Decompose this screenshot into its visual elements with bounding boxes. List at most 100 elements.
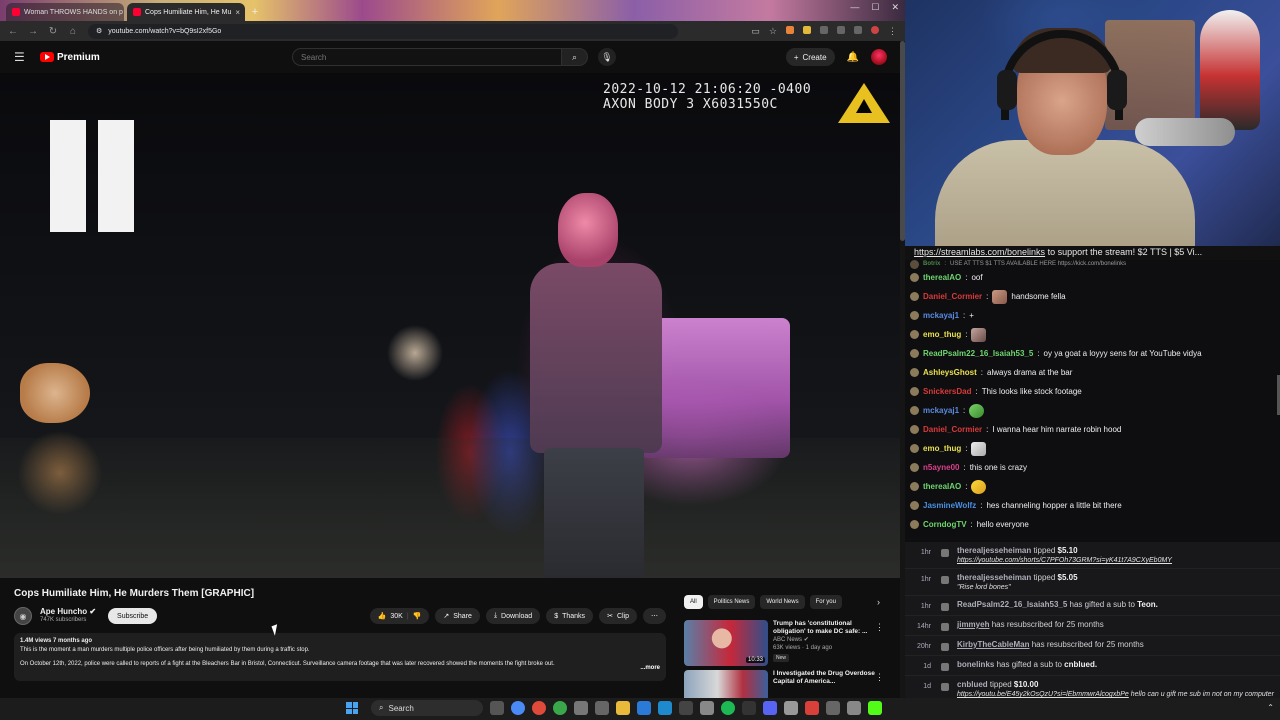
app-icon[interactable] <box>847 701 861 715</box>
app-icon[interactable] <box>784 701 798 715</box>
more-vert-icon[interactable]: ⋮ <box>875 672 884 683</box>
download-button[interactable]: ⤓ Download <box>485 608 541 624</box>
system-tray-icon[interactable]: ⌃ <box>1267 703 1274 712</box>
notifications-bell-icon[interactable]: 🔔 <box>847 52 859 63</box>
event-user[interactable]: ReadPsalm22_16_Isaiah53_5 <box>957 600 1067 609</box>
subscribe-button[interactable]: Subscribe <box>108 608 158 624</box>
hamburger-menu-icon[interactable]: ☰ <box>14 50 28 64</box>
create-button[interactable]: + Create <box>785 48 835 66</box>
chip-for-you[interactable]: For you <box>809 595 842 609</box>
steam-icon[interactable] <box>658 701 672 715</box>
event-user[interactable]: cnblued <box>957 680 988 689</box>
file-explorer-icon[interactable] <box>616 701 630 715</box>
streamlabs-link[interactable]: https://streamlabs.com/bonelinks <box>914 247 1045 257</box>
app-icon[interactable] <box>679 701 693 715</box>
profile-icon[interactable] <box>871 25 879 34</box>
install-icon[interactable]: ▭ <box>751 26 760 37</box>
chip-all[interactable]: All <box>684 595 703 609</box>
chat-username[interactable]: mckayaj1 <box>923 306 959 325</box>
chat-username[interactable]: JasmineWolfz <box>923 496 976 515</box>
tab-woman-throws-hands[interactable]: Woman THROWS HANDS on p × <box>6 3 124 21</box>
event-user[interactable]: bonelinks <box>957 660 994 669</box>
chat-username[interactable]: Botrix <box>923 260 940 268</box>
app-icon[interactable] <box>574 701 588 715</box>
recommended-video[interactable]: I Investigated the Drug Overdose Capital… <box>684 670 900 698</box>
event-message-link[interactable]: https://youtube.com/shorts/C7PFOh73GRM?s… <box>957 557 1172 564</box>
microphone-icon[interactable]: 🎙 <box>598 48 616 66</box>
app-icon[interactable] <box>595 701 609 715</box>
chat-username[interactable]: therealAO <box>923 268 961 287</box>
chat-username[interactable]: CorndogTV <box>923 515 967 534</box>
bookmark-star-icon[interactable]: ☆ <box>769 26 777 37</box>
event-message-link[interactable]: https://youtu.be/E45y2kOsQzU?si=lEbmmwrA… <box>957 691 1129 698</box>
video-thumbnail[interactable] <box>684 670 768 698</box>
close-window-icon[interactable]: ✕ <box>891 2 899 13</box>
chat-username[interactable]: mckayaj1 <box>923 401 959 420</box>
recommended-video[interactable]: 10:33 Trump has 'constitutional obligati… <box>684 620 900 666</box>
search-icon[interactable]: ⌕ <box>562 48 588 66</box>
task-view-icon[interactable] <box>490 701 504 715</box>
kick-icon[interactable] <box>868 701 882 715</box>
youtube-premium-logo[interactable]: Premium <box>40 52 100 63</box>
video-thumbnail[interactable]: 10:33 <box>684 620 768 666</box>
event-user[interactable]: KirbyTheCableMan <box>957 640 1029 649</box>
app-icon[interactable] <box>742 701 756 715</box>
reload-icon[interactable]: ↻ <box>48 26 58 37</box>
browser-menu-icon[interactable]: ⋮ <box>888 26 897 37</box>
video-player[interactable]: 2022-10-12 21:06:20 -0400 AXON BODY 3 X6… <box>0 73 900 578</box>
chat-username[interactable]: therealAO <box>923 477 961 496</box>
url-field[interactable]: ⚙ youtube.com/watch?v=bQ9sI2xf5Go <box>88 23 678 39</box>
extension-icon[interactable] <box>820 25 828 34</box>
app-icon[interactable] <box>826 701 840 715</box>
chat-username[interactable]: emo_thug <box>923 439 961 458</box>
clip-button[interactable]: ✂ Clip <box>599 608 637 624</box>
thumbs-down-icon[interactable]: 👎 <box>413 612 422 620</box>
rec-title[interactable]: I Investigated the Drug Overdose Capital… <box>773 670 877 686</box>
home-icon[interactable]: ⌂ <box>68 26 78 37</box>
back-icon[interactable]: ← <box>8 26 18 37</box>
thanks-button[interactable]: $ Thanks <box>546 608 594 624</box>
taskbar-search[interactable]: ⌕ Search <box>371 700 483 716</box>
maximize-icon[interactable]: ☐ <box>871 2 879 13</box>
chat-username[interactable]: ReadPsalm22_16_Isaiah53_5 <box>923 344 1033 363</box>
like-button[interactable]: 👍 30K | 👎 <box>369 608 430 624</box>
extension-icon[interactable] <box>786 25 794 34</box>
account-avatar[interactable] <box>871 49 887 65</box>
app-icon[interactable] <box>805 701 819 715</box>
search-input[interactable] <box>292 48 562 66</box>
channel-avatar[interactable]: ◉ <box>14 607 32 625</box>
chrome-icon[interactable] <box>511 701 525 715</box>
new-tab-button[interactable]: + <box>247 3 263 21</box>
extensions-puzzle-icon[interactable] <box>854 25 862 34</box>
windows-start-icon[interactable] <box>346 702 358 714</box>
close-tab-icon[interactable]: × <box>235 8 240 17</box>
more-actions-button[interactable]: ⋯ <box>643 608 666 624</box>
event-user[interactable]: therealjesseheiman <box>957 546 1031 555</box>
chat-username[interactable]: SnickersDad <box>923 382 971 401</box>
rec-title[interactable]: Trump has 'constitutional obligation' to… <box>773 620 877 636</box>
tab-cops-humiliate[interactable]: Cops Humiliate Him, He Mu × <box>127 3 245 21</box>
description-box[interactable]: 1.4M views 7 months ago This is the mome… <box>14 633 666 681</box>
minimize-icon[interactable]: — <box>850 2 859 13</box>
event-user[interactable]: jimmyeh <box>957 620 989 629</box>
site-info-icon[interactable]: ⚙ <box>96 27 102 35</box>
extension-icon[interactable] <box>803 25 811 34</box>
chat-username[interactable]: n5ayne00 <box>923 458 959 477</box>
app-icon[interactable] <box>700 701 714 715</box>
chip-politics-news[interactable]: Politics News <box>707 595 756 609</box>
event-user[interactable]: therealjesseheiman <box>957 573 1031 582</box>
share-button[interactable]: ↗ Share <box>435 608 480 624</box>
app-icon[interactable] <box>532 701 546 715</box>
forward-icon[interactable]: → <box>28 26 38 37</box>
chat-username[interactable]: Daniel_Cormier <box>923 420 982 439</box>
extension-icon[interactable] <box>837 25 845 34</box>
app-icon[interactable] <box>763 701 777 715</box>
app-icon[interactable] <box>553 701 567 715</box>
chat-username[interactable]: Daniel_Cormier <box>923 287 982 306</box>
more-vert-icon[interactable]: ⋮ <box>875 622 884 633</box>
show-more-link[interactable]: ...more <box>636 664 660 673</box>
app-icon[interactable] <box>637 701 651 715</box>
chip-world-news[interactable]: World News <box>760 595 805 609</box>
spotify-icon[interactable] <box>721 701 735 715</box>
chat-username[interactable]: AshleysGhost <box>923 363 977 382</box>
